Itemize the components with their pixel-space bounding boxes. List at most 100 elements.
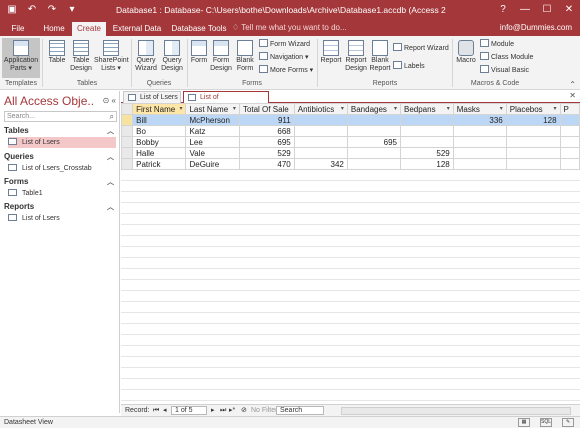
table-cell[interactable]: 128 (400, 158, 454, 170)
table-cell[interactable]: 668 (238, 125, 295, 137)
record-selector[interactable] (121, 114, 134, 126)
macro-button[interactable]: Macro (455, 40, 477, 65)
sort-dropdown-icon[interactable]: ▾ (179, 105, 182, 114)
table-cell[interactable] (559, 114, 580, 126)
table-cell[interactable] (293, 125, 348, 137)
sort-dropdown-icon[interactable]: ▾ (233, 105, 236, 114)
table-cell[interactable] (452, 125, 507, 137)
tab-file[interactable]: File (6, 22, 30, 36)
table-cell[interactable] (505, 147, 561, 159)
table-cell[interactable] (293, 147, 348, 159)
sort-dropdown-icon[interactable]: ▾ (394, 105, 397, 114)
table-cell[interactable] (400, 136, 454, 148)
table-cell[interactable]: Bill (132, 114, 187, 126)
nav-item-query[interactable]: List of Lsers_Crosstab (8, 163, 116, 174)
close-button[interactable]: ✕ (558, 0, 580, 21)
module-button[interactable]: Module (480, 39, 514, 50)
table-cell[interactable]: Bo (132, 125, 187, 137)
form-wizard-button[interactable]: Form Wizard (259, 39, 310, 50)
table-cell[interactable] (559, 125, 580, 137)
no-filter-button[interactable]: No Filter (251, 407, 277, 415)
labels-button[interactable]: Labels (393, 61, 425, 72)
tab-external-data[interactable]: External Data (110, 22, 164, 36)
doc-tab-list-of-lsers[interactable]: List of Lsers (123, 91, 181, 103)
table-cell[interactable]: Halle (132, 147, 187, 159)
form-design-button[interactable]: Form Design (210, 40, 232, 73)
column-header-masks[interactable]: Masks ▾ (452, 103, 507, 115)
previous-record-icon[interactable]: ◂ (163, 407, 167, 415)
table-design-button[interactable]: Table Design (70, 40, 92, 73)
record-selector[interactable] (121, 147, 134, 159)
table-cell[interactable] (346, 125, 402, 137)
table-cell[interactable]: 911 (238, 114, 295, 126)
tab-home[interactable]: Home (40, 22, 68, 36)
report-design-button[interactable]: Report Design (344, 40, 368, 73)
table-cell[interactable] (559, 136, 580, 148)
column-header-total[interactable]: Total Of Sale (238, 103, 295, 115)
form-button[interactable]: Form (189, 40, 209, 65)
table-cell[interactable]: 128 (505, 114, 561, 126)
nav-search-input[interactable]: Search... ⌕ (4, 111, 117, 122)
record-selector[interactable] (121, 158, 134, 170)
column-header-antibiotics[interactable]: Antibiotics ▾ (293, 103, 348, 115)
nav-pane-title[interactable]: All Access Obje... (4, 94, 94, 108)
table-cell[interactable] (505, 158, 561, 170)
report-button[interactable]: Report (320, 40, 342, 65)
sql-view-icon[interactable]: SQL (540, 418, 552, 427)
query-design-button[interactable]: Query Design (160, 40, 184, 73)
nav-menu-icon[interactable]: ⊙ (103, 96, 110, 105)
table-row[interactable]: Bobby Lee 695 695 (121, 136, 580, 148)
record-search-input[interactable]: Search (276, 406, 324, 415)
redo-icon[interactable]: ↷ (46, 4, 58, 15)
maximize-button[interactable]: ☐ (536, 0, 558, 21)
sort-dropdown-icon[interactable]: ▾ (554, 105, 557, 114)
first-record-icon[interactable]: ⏮ (153, 407, 159, 415)
current-record-field[interactable]: 1 of 5 (171, 406, 207, 415)
table-cell[interactable]: 470 (238, 158, 295, 170)
table-cell[interactable] (452, 136, 507, 148)
visual-basic-button[interactable]: Visual Basic (480, 65, 529, 76)
table-cell[interactable] (559, 158, 580, 170)
tab-create[interactable]: Create (72, 22, 106, 36)
blank-report-button[interactable]: Blank Report (369, 40, 391, 73)
table-cell[interactable]: 342 (293, 158, 348, 170)
column-header-placebos[interactable]: Placebos ▾ (505, 103, 561, 115)
nav-item-table[interactable]: List of Lsers (8, 137, 116, 148)
account-name[interactable]: info@Dummies.com (500, 23, 572, 32)
minimize-button[interactable]: — (514, 0, 536, 21)
design-view-icon[interactable]: ✎ (562, 418, 574, 427)
nav-section-reports[interactable]: Reports ︿ (4, 202, 116, 211)
table-cell[interactable]: 336 (452, 114, 507, 126)
new-record-icon[interactable]: ▸* (229, 407, 235, 415)
more-forms-button[interactable]: More Forms ▾ (259, 65, 313, 76)
report-wizard-button[interactable]: Report Wizard (393, 43, 449, 54)
sort-dropdown-icon[interactable]: ▾ (500, 105, 503, 114)
table-cell[interactable]: DeGuire (185, 158, 240, 170)
sort-dropdown-icon[interactable]: ▾ (447, 105, 450, 114)
select-all-corner[interactable] (121, 103, 134, 115)
doc-tab-crosstab[interactable]: List of Lsers_Crosstab (183, 91, 269, 112)
table-cell[interactable]: 695 (346, 136, 402, 148)
table-cell[interactable] (346, 147, 402, 159)
navigation-button[interactable]: Navigation ▾ (259, 52, 309, 63)
undo-icon[interactable]: ↶ (26, 4, 38, 15)
close-document-icon[interactable]: ✕ (569, 91, 576, 100)
table-button[interactable]: Table (46, 40, 68, 65)
table-cell[interactable] (452, 147, 507, 159)
nav-section-tables[interactable]: Tables ︿ (4, 126, 116, 135)
nav-section-queries[interactable]: Queries ︿ (4, 152, 116, 161)
datasheet-view-icon[interactable]: ▦ (518, 418, 530, 427)
record-selector[interactable] (121, 136, 134, 148)
horizontal-scrollbar[interactable] (341, 407, 571, 415)
help-icon[interactable]: ? (492, 0, 514, 21)
customize-qat-icon[interactable]: ▾ (66, 4, 78, 15)
table-cell[interactable] (293, 114, 348, 126)
table-row[interactable]: Bo Katz 668 (121, 125, 580, 137)
table-cell[interactable]: 529 (400, 147, 454, 159)
shutter-bar-icon[interactable]: « (112, 96, 116, 105)
table-cell[interactable]: Vale (185, 147, 240, 159)
table-row[interactable]: Patrick DeGuire 470 342 128 (121, 158, 580, 170)
class-module-button[interactable]: Class Module (480, 52, 533, 63)
sharepoint-lists-button[interactable]: SharePoint Lists ▾ (94, 40, 129, 73)
column-header-bedpans[interactable]: Bedpans ▾ (400, 103, 454, 115)
